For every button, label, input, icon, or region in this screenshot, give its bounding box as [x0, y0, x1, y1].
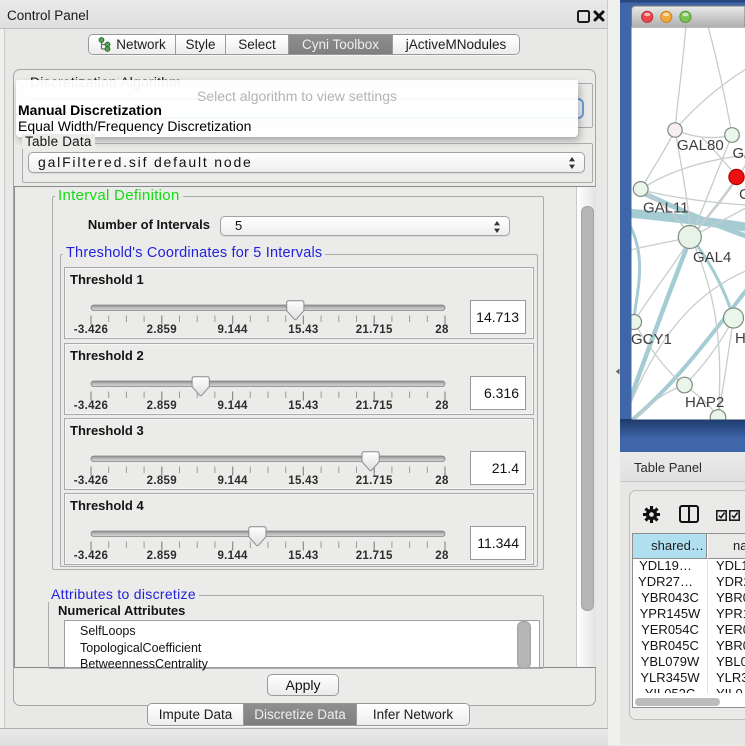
svg-text:-3.426: -3.426	[74, 324, 108, 336]
svg-text:15.43: 15.43	[288, 400, 318, 412]
svg-text:28: 28	[435, 475, 449, 487]
svg-text:GA: GA	[733, 145, 745, 162]
svg-text:15.43: 15.43	[288, 475, 318, 487]
svg-text:21.715: 21.715	[356, 324, 393, 336]
svg-text:2.859: 2.859	[147, 324, 177, 336]
svg-text:GCY1: GCY1	[631, 331, 672, 348]
svg-text:9.144: 9.144	[217, 324, 248, 336]
svg-text:9.144: 9.144	[217, 475, 248, 487]
svg-text:15.43: 15.43	[288, 550, 318, 562]
svg-text:GAL80: GAL80	[677, 137, 724, 154]
svg-text:-3.426: -3.426	[74, 475, 108, 487]
svg-text:15.43: 15.43	[288, 324, 318, 336]
svg-text:2.859: 2.859	[147, 475, 177, 487]
svg-text:21.715: 21.715	[356, 550, 393, 562]
svg-text:-3.426: -3.426	[74, 400, 108, 412]
svg-text:28: 28	[435, 324, 449, 336]
svg-text:28: 28	[435, 550, 449, 562]
svg-text:9.144: 9.144	[217, 400, 248, 412]
svg-text:21.715: 21.715	[356, 400, 393, 412]
svg-text:-3.426: -3.426	[74, 550, 108, 562]
svg-text:GAL4: GAL4	[693, 249, 731, 266]
svg-text:9.144: 9.144	[217, 550, 248, 562]
svg-text:CA: CA	[739, 186, 745, 203]
svg-text:2.859: 2.859	[147, 550, 177, 562]
svg-text:28: 28	[435, 400, 449, 412]
svg-text:HAP2: HAP2	[685, 394, 724, 411]
svg-text:HI: HI	[735, 330, 745, 347]
svg-text:GAL11: GAL11	[643, 200, 689, 217]
svg-text:21.715: 21.715	[356, 475, 393, 487]
svg-text:2.859: 2.859	[147, 400, 177, 412]
